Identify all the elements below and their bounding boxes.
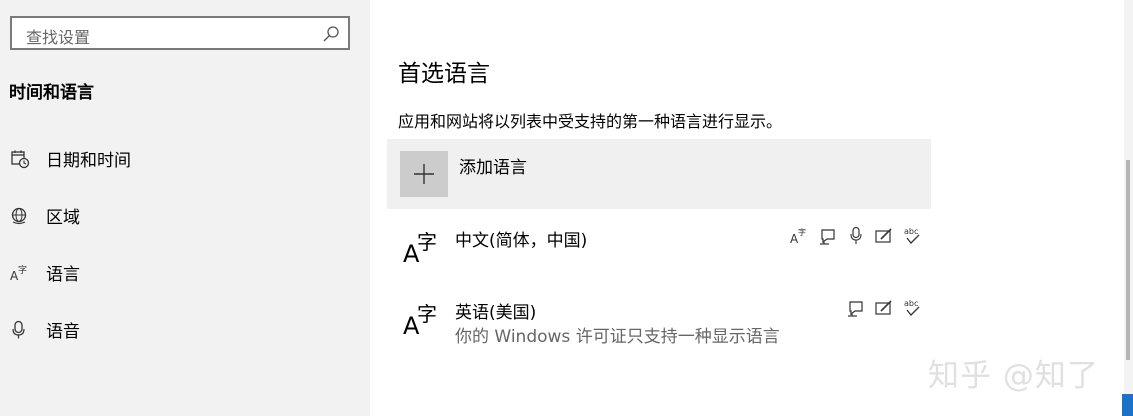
page-description: 应用和网站将以列表中受支持的第一种语言进行显示。 — [398, 112, 783, 131]
corner-tag — [1122, 394, 1133, 416]
language-icon: A 字 — [10, 264, 27, 283]
scroll-thumb[interactable] — [1126, 160, 1130, 360]
svg-text:字: 字 — [798, 227, 806, 237]
plus-icon — [414, 164, 434, 184]
search-input[interactable]: 查找设置 — [26, 24, 90, 48]
handwriting-icon — [875, 228, 892, 243]
svg-text:字: 字 — [18, 264, 27, 276]
language-glyph-icon: A字 — [403, 230, 437, 268]
language-name: 英语(美国) — [455, 303, 537, 323]
text-to-speech-icon — [820, 229, 835, 245]
add-language-row[interactable]: 添加语言 — [387, 139, 931, 209]
add-language-button[interactable] — [400, 151, 448, 197]
globe-icon — [11, 207, 27, 225]
search-box[interactable]: 查找设置 — [10, 16, 350, 50]
add-language-label: 添加语言 — [459, 158, 527, 178]
sidebar-item-region[interactable]: 区域 — [0, 195, 370, 235]
sidebar-item-label: 区域 — [46, 208, 80, 228]
spell-check-icon: abc — [904, 227, 920, 244]
language-glyph-icon: A字 — [403, 302, 437, 340]
language-item-chinese[interactable]: A字 中文(简体，中国) A 字 abc — [387, 226, 931, 294]
sidebar-item-speech[interactable]: 语音 — [0, 309, 370, 349]
svg-text:abc: abc — [904, 227, 918, 236]
language-subtitle: 你的 Windows 许可证只支持一种显示语言 — [455, 327, 780, 347]
sidebar-item-date-time[interactable]: 日期和时间 — [0, 138, 370, 178]
text-to-speech-icon — [848, 301, 863, 317]
page-title: 首选语言 — [398, 61, 490, 87]
language-item-english[interactable]: A字 英语(美国) 你的 Windows 许可证只支持一种显示语言 abc — [387, 298, 931, 366]
calendar-clock-icon — [11, 150, 30, 169]
section-title: 时间和语言 — [9, 83, 94, 103]
language-name: 中文(简体，中国) — [455, 231, 588, 251]
sidebar-item-label: 语音 — [46, 322, 80, 342]
sidebar-item-label: 日期和时间 — [46, 151, 131, 171]
spell-check-icon: abc — [904, 299, 920, 316]
svg-text:abc: abc — [904, 299, 918, 308]
watermark: 知乎 @知了 — [928, 358, 1099, 394]
speech-recognition-icon — [850, 226, 862, 244]
display-language-icon: A 字 — [790, 227, 806, 246]
scrollbar[interactable] — [1124, 0, 1133, 416]
sidebar-item-language[interactable]: A 字 语言 — [0, 252, 370, 292]
search-icon[interactable] — [322, 25, 340, 43]
sidebar-item-label: 语言 — [46, 265, 80, 285]
handwriting-icon — [875, 300, 892, 315]
microphone-icon — [12, 320, 25, 339]
sidebar: 查找设置 时间和语言 日期和时间 区域 A 字 语言 语音 — [0, 0, 370, 416]
